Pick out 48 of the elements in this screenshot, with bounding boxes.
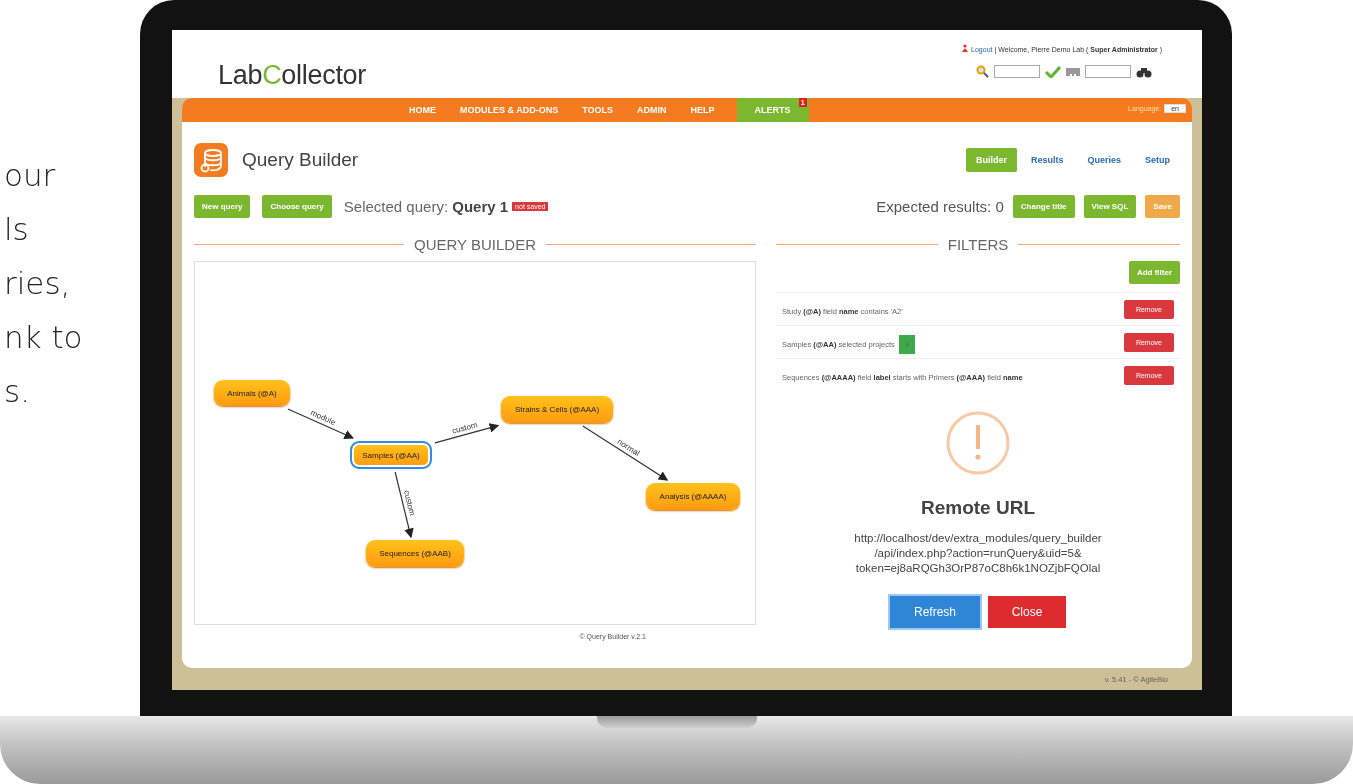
warning-icon	[946, 411, 1010, 475]
barcode-field[interactable]	[1085, 65, 1131, 78]
entity-node[interactable]: Strains & Cells (@AAA)	[501, 396, 613, 423]
dialog-button[interactable]: Refresh	[890, 596, 980, 628]
checkmark-icon[interactable]	[1045, 65, 1061, 78]
connector-arrow	[434, 423, 500, 444]
section-heading: QUERY BUILDER	[414, 236, 536, 253]
side-caption-text: s.	[4, 372, 31, 411]
edge-label: custom	[451, 420, 479, 436]
query-button[interactable]: New query	[194, 194, 251, 218]
action-button[interactable]: Change title	[1012, 194, 1075, 218]
nav-item[interactable]: HELP	[678, 98, 727, 122]
edge-label: custom	[401, 489, 417, 517]
nav-item[interactable]: ADMIN	[625, 98, 679, 122]
tab[interactable]: Setup	[1135, 148, 1180, 172]
nav-item[interactable]: TOOLS	[570, 98, 625, 122]
entity-node[interactable]: Animals (@A)	[214, 380, 290, 406]
side-caption-text: ls	[4, 210, 30, 249]
nav-item[interactable]: HOME	[397, 98, 448, 122]
dialog-button[interactable]: Close	[988, 596, 1066, 628]
remote-url-text: http://localhost/dev/extra_modules/query_builder /api/index.php?action=runQuery&uid=5& token=ej8aRQGh3OrP87oC8h6k1NOZjbFQOlal	[854, 531, 1102, 576]
action-button[interactable]: View SQL	[1083, 194, 1137, 218]
section-heading: FILTERS	[947, 236, 1009, 253]
entity-node[interactable]: Samples (@AA)	[350, 441, 432, 469]
page-title: Query Builder	[242, 149, 359, 171]
nav-item[interactable]: MODULES & ADD-ONS	[448, 98, 571, 122]
expected-results-text: Expected results: 0	[876, 197, 1004, 215]
database-gear-icon	[194, 143, 228, 177]
barcode-icon[interactable]	[1066, 66, 1080, 77]
add-filter-button[interactable]: Add filter	[1128, 261, 1180, 284]
person-icon	[961, 44, 970, 52]
search-field[interactable]	[994, 65, 1040, 78]
selected-query-text: Selected query: Query 1	[343, 197, 509, 215]
query-button[interactable]: Choose query	[262, 194, 332, 218]
dialog-title: Remote URL	[921, 497, 1035, 519]
tab[interactable]: Results	[1020, 148, 1074, 172]
connector-arrow	[394, 471, 414, 539]
search-icon[interactable]	[976, 65, 989, 78]
side-caption-text: nk to	[4, 318, 84, 357]
tab[interactable]: Builder	[965, 148, 1017, 172]
entity-node[interactable]: Analysis (@AAAA)	[646, 483, 740, 510]
side-caption-text: ries,	[4, 264, 72, 303]
side-caption-text: our	[4, 156, 57, 195]
entity-node[interactable]: Sequences (@AAB)	[366, 540, 464, 567]
tab[interactable]: Queries	[1077, 148, 1131, 172]
logo: LabCollector	[218, 59, 366, 92]
connector-arrow	[287, 408, 354, 439]
binoculars-icon[interactable]	[1136, 65, 1152, 78]
